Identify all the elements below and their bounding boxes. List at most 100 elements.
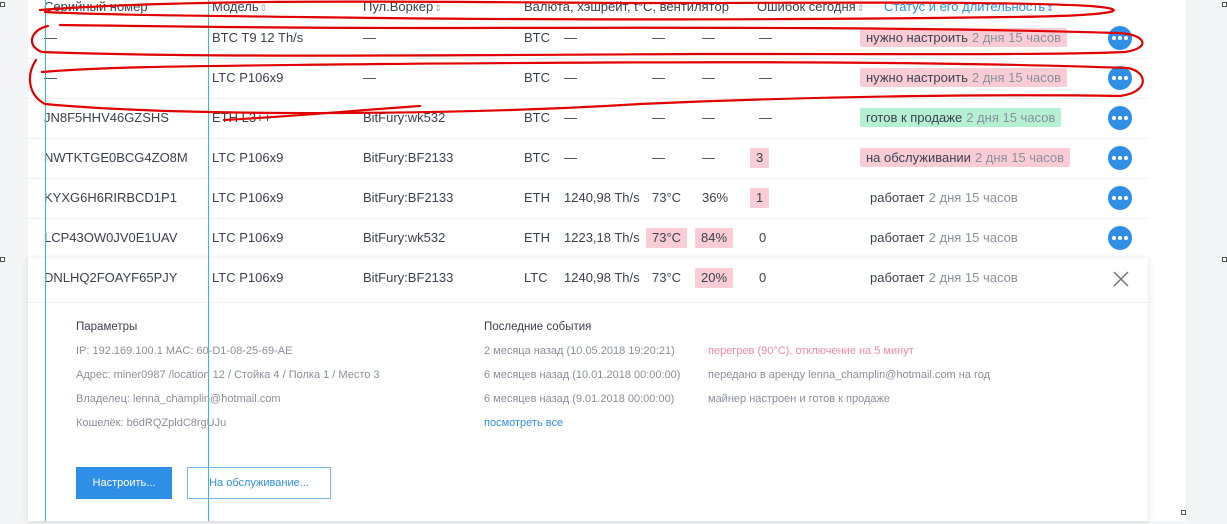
more-actions-button[interactable] [1108,146,1132,170]
status-cell: работает 2 дня 15 часов [860,258,1018,298]
pool-cell: BitFury:BF2133 [363,270,454,285]
status-label: нужно настроить [866,30,968,45]
dot [1118,76,1122,80]
serial-cell: DNLHQ2FOAYF65PJY [44,270,178,285]
resize-handle[interactable] [0,257,5,262]
resize-handle[interactable] [0,2,5,7]
dot [1118,156,1122,160]
col-status-label: Статус и его длительность [884,0,1046,14]
hashrate-cell: — [564,70,577,85]
table-row[interactable]: NWTKTGE0BCG4ZO8M LTC P106x9 BitFury:BF2133… [0,138,1227,178]
col-status-header[interactable]: Статус и его длительность⇕ [884,0,1054,19]
status-badge: готов к продаже 2 дня 15 часов [860,108,1062,127]
dot [1112,236,1116,240]
resize-handle[interactable] [1222,257,1227,262]
dot [1118,196,1122,200]
currency-cell: ETH [524,230,550,245]
errors-cell: 1 [750,178,770,218]
guide-line [208,0,209,521]
table-row[interactable]: LCP43OW0JV0E1UAV LTC P106x9 BitFury:wk532 E… [0,218,1227,258]
col-model-header[interactable]: Модель⇕ [212,0,267,19]
temp-cell: 73°C [652,178,681,218]
more-actions-button[interactable] [1108,226,1132,250]
status-duration: 2 дня 15 часов [928,270,1018,285]
errors-cell: — [759,98,772,138]
temp-cell: — [652,18,665,58]
col-errors-header[interactable]: Ошибок сегодня⇕ [757,0,864,19]
errors-cell: 0 [759,218,766,258]
divider [28,302,1148,303]
more-actions-button[interactable] [1108,26,1132,50]
param-address: Адрес: miner0987 /location 12 / Стойка 4… [76,369,380,381]
event-time: 6 месяцев назад (9.01.2018 00:00:00) [484,393,675,405]
currency-cell: BTC [524,150,550,165]
status-duration: 2 дня 15 часов [928,190,1018,205]
status-duration: 2 дня 15 часов [966,110,1056,125]
pool-cell: BitFury:wk532 [363,110,446,125]
table-row-expanded[interactable]: DNLHQ2FOAYF65PJY LTC P106x9 BitFury:BF21… [0,258,1227,298]
model-cell: LTC P106x9 [212,150,284,165]
errors-cell: 3 [750,138,770,178]
errors-value: — [759,30,772,45]
col-pool-header[interactable]: Пул.Воркер⇕ [363,0,442,19]
fan-value: — [702,110,715,125]
fan-value: — [702,30,715,45]
more-actions-button[interactable] [1108,66,1132,90]
dot [1112,116,1116,120]
temp-value: — [652,150,665,165]
errors-value: 0 [759,230,767,245]
resize-handle[interactable] [1181,510,1186,515]
currency-cell: BTC [524,30,550,45]
event-time: 2 месяца назад (10.05.2018 19:20:21) [484,345,675,357]
model-cell: LTC P106x9 [212,70,284,85]
setup-button[interactable]: Настроить... [76,467,172,499]
params-title: Параметры [76,321,138,333]
errors-value: — [759,110,772,125]
fan-value: 36% [702,190,729,205]
see-all-link[interactable]: посмотреть все [484,417,563,429]
status-cell: на обслуживании 2 дня 15 часов [860,138,1071,178]
table-row[interactable]: JN8F5HHV46GZSHS ETH L3++ BitFury:wk532 BTC —… [0,98,1227,138]
serial-cell: JN8F5HHV46GZSHS [44,110,169,125]
pool-cell: BitFury:wk532 [363,230,446,245]
table-row[interactable]: KYXG6H6RIRBCD1P1 LTC P106x9 BitFury:BF2133… [0,178,1227,218]
status-badge: на обслуживании 2 дня 15 часов [860,148,1071,167]
dot [1118,116,1122,120]
serial-cell: KYXG6H6RIRBCD1P1 [44,190,177,205]
resize-handle[interactable] [1222,2,1227,7]
row-divider [28,138,1148,139]
status-label: нужно настроить [866,70,968,85]
errors-badge: 1 [750,188,770,208]
col-serial-header[interactable]: Серийный номер [44,0,148,18]
model-cell: LTC P106x9 [212,270,284,285]
temp-cell: 73°C [646,218,688,258]
status-label: готов к продаже [866,110,963,125]
fan-value: 84% [695,228,734,248]
temp-value: 73°C [646,228,688,248]
table-row[interactable]: — LTC P106x9— BTC — — — — нужно настроить 2 дня … [0,58,1227,98]
col-currency-header[interactable]: Валюта, хэшрейт, t°C, вентилятор [524,0,729,18]
row-divider [28,58,1148,59]
temp-value: 73°C [652,190,682,205]
fan-cell: — [702,98,715,138]
row-divider [28,218,1148,219]
model-cell: BTC T9 12 Th/s [212,30,304,45]
more-actions-button[interactable] [1108,186,1132,210]
event-time: 6 месяцев назад (10.01.2018 00:00:00) [484,369,681,381]
dot [1124,76,1128,80]
model-cell: LTC P106x9 [212,230,284,245]
dot [1118,236,1122,240]
model-cell: LTC P106x9 [212,190,284,205]
status-badge: нужно настроить 2 дня 15 часов [860,68,1067,87]
serial-cell: NWTKTGE0BCG4ZO8M [44,150,188,165]
more-actions-button[interactable] [1108,106,1132,130]
table-row[interactable]: — BTC T9 12 Th/s — BTC — — — — нужно настроить 2 … [0,18,1227,58]
status-label: на обслуживании [866,150,971,165]
status-badge: нужно настроить 2 дня 15 часов [860,28,1067,47]
hashrate-cell: — [564,110,577,125]
col-errors-label: Ошибок сегодня [757,0,856,14]
currency-cell: BTC [524,110,550,125]
hashrate-cell: — [564,30,577,45]
errors-value: — [759,70,772,85]
event-text: майнер настроен и готов к продаже [708,393,891,405]
